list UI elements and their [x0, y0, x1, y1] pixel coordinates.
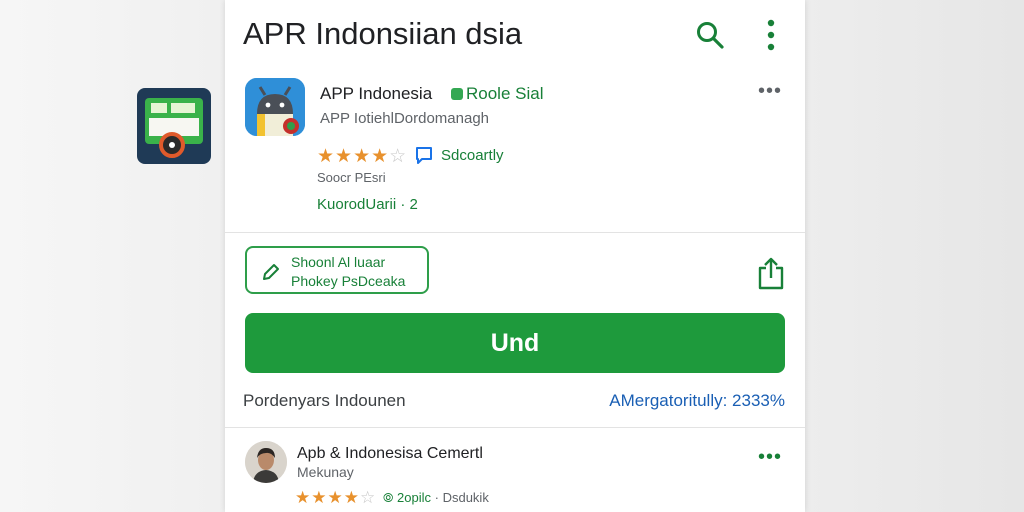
app-name: APP Indonesia — [320, 84, 433, 103]
outline-action-button[interactable]: Shoonl Al luaar Phokey PsDceaka — [245, 246, 429, 294]
more-vert-icon[interactable] — [761, 18, 781, 52]
background-right — [805, 0, 1024, 512]
more-horiz-icon[interactable]: ••• — [758, 80, 782, 103]
reviewer-subtitle: Mekunay — [297, 464, 354, 480]
developer-name[interactable]: APP IotiehlDordomanagh — [320, 110, 489, 127]
app-detail-card: APR Indonsiian dsia APP Indonesia Roole … — [225, 0, 805, 512]
review-stars: ★★★★☆ — [295, 488, 377, 507]
page-title: APR Indonsiian dsia — [243, 16, 523, 51]
review-meta-dot: · — [434, 490, 443, 505]
app-badge-label: Roole Sial — [466, 84, 544, 103]
camera-lens-icon — [159, 132, 185, 158]
outline-button-line1: Shoonl Al luaar — [291, 254, 386, 270]
chat-icon — [416, 147, 432, 164]
reviewer-name: Apb & Indonesisa Cemertl — [297, 445, 483, 462]
divider — [225, 232, 805, 233]
info-right[interactable]: AMergatoritully: 2333% — [609, 391, 785, 411]
side-app-icon — [137, 88, 211, 164]
info-left: Pordenyars Indounen — [243, 391, 406, 410]
android-app-icon — [245, 78, 305, 136]
reviewer-ring-icon: ⦾ — [383, 490, 394, 505]
background-left — [0, 0, 225, 512]
search-icon[interactable] — [695, 20, 725, 50]
app-badge: Roole Sial — [451, 84, 544, 104]
install-button[interactable]: Und — [245, 313, 785, 373]
outline-button-line2: Phokey PsDceaka — [291, 273, 406, 289]
shield-icon — [451, 88, 463, 100]
avatar — [245, 441, 287, 483]
divider — [225, 427, 805, 428]
rating-stars: ★★★★☆ — [317, 146, 408, 167]
rating-label: Sdcoartly — [441, 147, 504, 164]
pencil-icon — [263, 264, 279, 280]
review-meta-green: 2opilc — [397, 490, 431, 505]
review-meta-grey: Dsdukik — [442, 490, 489, 505]
size-text: Soocr PEsri — [317, 170, 386, 185]
category-label[interactable]: KuorodUarii · 2 — [317, 196, 418, 213]
more-horiz-icon[interactable]: ••• — [758, 446, 782, 469]
share-icon[interactable] — [757, 256, 785, 290]
review-meta: ⦾ 2opilc · Dsdukik — [383, 490, 489, 506]
